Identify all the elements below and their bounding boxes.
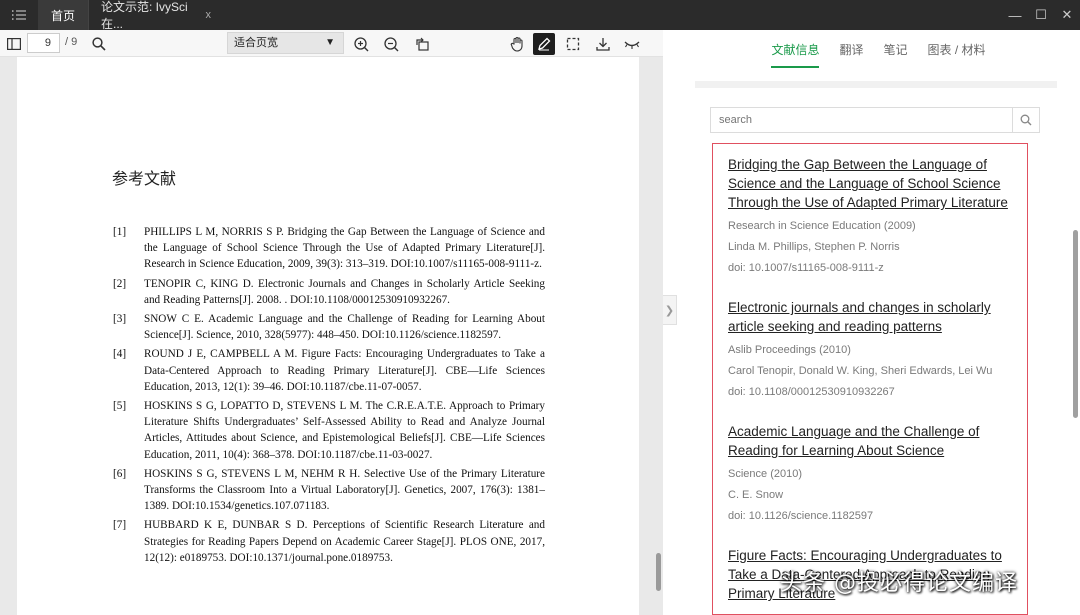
zoom-in-icon[interactable] bbox=[350, 33, 372, 55]
reference-number: [4] bbox=[113, 348, 127, 361]
zoom-select-value: 适合页宽 bbox=[234, 37, 278, 49]
literature-doi: doi: 10.1007/s11165-008-9111-z bbox=[728, 262, 884, 274]
pdf-viewer[interactable]: 参考文献 [1] PHILLIPS L M, NORRIS S P. Bridgi… bbox=[0, 57, 663, 615]
reference-number: [7] bbox=[113, 519, 127, 532]
pdf-scrollbar[interactable] bbox=[656, 553, 661, 591]
literature-source: Research in Science Education (2009) bbox=[728, 220, 916, 232]
chevron-right-icon: ❯ bbox=[664, 304, 675, 317]
search-icon bbox=[1020, 114, 1032, 126]
download-icon[interactable] bbox=[592, 33, 614, 55]
tab-notes[interactable]: 笔记 bbox=[884, 30, 908, 68]
reference-text: TENOPIR C, KING D. Electronic Journals a… bbox=[144, 277, 545, 306]
tab-translate[interactable]: 翻译 bbox=[839, 30, 863, 68]
reference-text: HOSKINS S G, LOPATTO D, STEVENS L M. The… bbox=[144, 400, 545, 461]
tab-figures-materials[interactable]: 图表 / 材料 bbox=[928, 30, 986, 68]
minimize-button[interactable]: — bbox=[1002, 0, 1028, 30]
panel-tabs: 文献信息 翻译 笔记 图表 / 材料 bbox=[677, 30, 1080, 68]
literature-source: Aslib Proceedings (2010) bbox=[728, 344, 851, 356]
tab-home[interactable]: 首页 bbox=[38, 0, 88, 30]
literature-authors: Linda M. Phillips, Stephen P. Norris bbox=[728, 241, 900, 253]
literature-source: Science (2010) bbox=[728, 468, 802, 480]
literature-title-link[interactable]: Bridging the Gap Between the Language of… bbox=[728, 155, 1020, 212]
tab-home-label: 首页 bbox=[50, 8, 75, 23]
sidebar-toggle-icon[interactable] bbox=[3, 33, 25, 55]
literature-item: Electronic journals and changes in schol… bbox=[728, 298, 1027, 400]
menu-icon[interactable] bbox=[0, 0, 38, 30]
zoom-select[interactable]: 适合页宽 ▼ bbox=[227, 32, 344, 54]
page-number-input[interactable]: 9 bbox=[27, 33, 60, 53]
reference-number: [2] bbox=[113, 277, 127, 290]
tab-document-label: 论文示范: IvySci 在... bbox=[101, 0, 188, 31]
pen-tool-icon[interactable] bbox=[533, 33, 555, 55]
reference-text: ROUND J E, CAMPBELL A M. Figure Facts: E… bbox=[144, 348, 545, 393]
hide-annotations-icon[interactable] bbox=[621, 33, 643, 55]
collapse-panel-handle[interactable]: ❯ bbox=[663, 295, 677, 325]
literature-title-link[interactable]: Electronic journals and changes in schol… bbox=[728, 298, 1020, 336]
search-input[interactable] bbox=[711, 108, 1014, 132]
literature-item: Academic Language and the Challenge of R… bbox=[728, 422, 1027, 524]
literature-item: Bridging the Gap Between the Language of… bbox=[728, 155, 1027, 276]
maximize-button[interactable]: ☐ bbox=[1028, 0, 1054, 30]
references-heading: 参考文献 bbox=[112, 169, 177, 188]
reference-item: [3] SNOW C E. Academic Language and the C… bbox=[113, 311, 545, 343]
reference-text: HUBBARD K E, DUNBAR S D. Perceptions of … bbox=[144, 519, 545, 564]
reference-text: PHILLIPS L M, NORRIS S P. Bridging the G… bbox=[144, 226, 545, 271]
literature-title-link[interactable]: Academic Language and the Challenge of R… bbox=[728, 422, 1020, 460]
reference-list: [1] PHILLIPS L M, NORRIS S P. Bridging th… bbox=[113, 224, 545, 569]
hand-tool-icon[interactable] bbox=[506, 33, 528, 55]
pdf-toolbar: 9 / 9 适合页宽 ▼ bbox=[0, 30, 663, 57]
reference-text: SNOW C E. Academic Language and the Chal… bbox=[144, 313, 545, 342]
pdf-page: 参考文献 [1] PHILLIPS L M, NORRIS S P. Bridgi… bbox=[17, 57, 639, 615]
reference-number: [5] bbox=[113, 400, 127, 413]
literature-list: Bridging the Gap Between the Language of… bbox=[712, 143, 1028, 615]
reference-item: [7] HUBBARD K E, DUNBAR S D. Perceptions … bbox=[113, 517, 545, 566]
reference-item: [6] HOSKINS S G, STEVENS L M, NEHM R H. S… bbox=[113, 466, 545, 515]
reference-text: HOSKINS S G, STEVENS L M, NEHM R H. Sele… bbox=[144, 467, 545, 513]
tab-literature-info[interactable]: 文献信息 bbox=[771, 30, 820, 68]
select-region-icon[interactable] bbox=[562, 33, 584, 55]
reference-item: [1] PHILLIPS L M, NORRIS S P. Bridging th… bbox=[113, 224, 545, 273]
page-total: / 9 bbox=[65, 36, 78, 48]
tab-document[interactable]: 论文示范: IvySci 在... x bbox=[88, 0, 223, 31]
reference-item: [2] TENOPIR C, KING D. Electronic Journal… bbox=[113, 276, 545, 308]
reference-number: [1] bbox=[113, 226, 127, 238]
close-window-button[interactable]: ✕ bbox=[1054, 0, 1080, 30]
reference-item: [5] HOSKINS S G, LOPATTO D, STEVENS L M. … bbox=[113, 398, 545, 463]
literature-doi: doi: 10.1108/00012530910932267 bbox=[728, 386, 895, 398]
search-button[interactable] bbox=[1012, 108, 1039, 132]
panel-scrollbar[interactable] bbox=[1073, 230, 1078, 418]
reference-item: [4] ROUND J E, CAMPBELL A M. Figure Facts… bbox=[113, 346, 545, 395]
chevron-down-icon: ▼ bbox=[325, 37, 335, 48]
literature-panel: 文献信息 翻译 笔记 图表 / 材料 Bridging the Gap Betw… bbox=[677, 30, 1080, 615]
literature-authors: C. E. Snow bbox=[728, 489, 784, 501]
close-tab-icon[interactable]: x bbox=[206, 9, 212, 21]
literature-authors: Carol Tenopir, Donald W. King, Sheri Edw… bbox=[728, 365, 993, 377]
rotate-icon[interactable] bbox=[411, 33, 433, 55]
literature-doi: doi: 10.1126/science.1182597 bbox=[728, 510, 874, 522]
literature-search bbox=[710, 107, 1040, 133]
zoom-out-icon[interactable] bbox=[380, 33, 402, 55]
title-bar: 首页 论文示范: IvySci 在... x — ☐ ✕ bbox=[0, 0, 1080, 31]
search-icon[interactable] bbox=[88, 33, 110, 55]
watermark: 头条 @投必得论文编译 bbox=[780, 571, 1018, 596]
reference-number: [6] bbox=[113, 467, 127, 480]
reference-number: [3] bbox=[113, 313, 127, 326]
panel-divider bbox=[695, 81, 1057, 88]
